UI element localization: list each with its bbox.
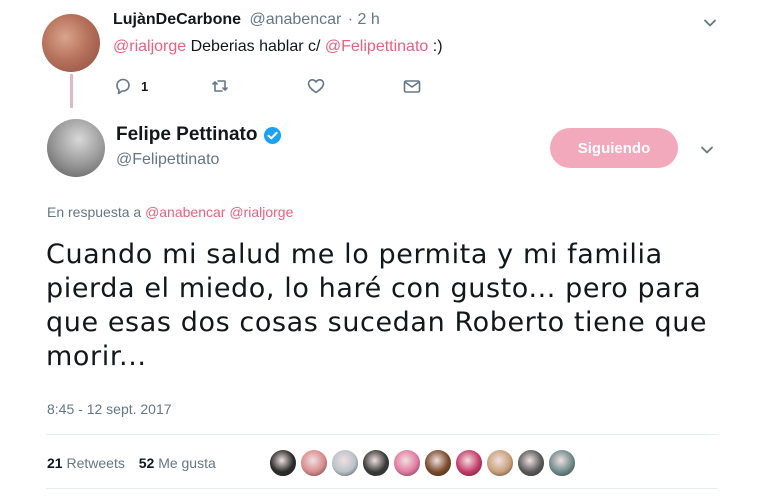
message-icon (402, 76, 422, 96)
mention-link[interactable]: @rialjorge (113, 38, 186, 55)
liker-avatar[interactable] (392, 448, 422, 478)
in-reply-to: En respuesta a @anabencar @rialjorge (47, 204, 293, 220)
likes-label: Me gusta (158, 455, 216, 471)
verified-icon (263, 126, 282, 145)
direct-message-button[interactable] (402, 74, 422, 98)
avatar[interactable] (47, 119, 105, 177)
divider (46, 488, 718, 489)
liker-avatar[interactable] (361, 448, 391, 478)
liker-avatar[interactable] (485, 448, 515, 478)
author-name[interactable]: Felipe Pettinato (116, 124, 257, 146)
retweets-stat[interactable]: 21 Retweets (47, 455, 125, 471)
mention-link[interactable]: @anabencar (145, 204, 225, 220)
author-handle[interactable]: @Felipettinato (116, 151, 219, 169)
retweets-count: 21 (47, 455, 63, 471)
reply-tweet: LujànDeCarbone @anabencar · 2 h @rialjor… (0, 0, 767, 112)
liker-avatar[interactable] (516, 448, 546, 478)
retweet-button[interactable] (210, 74, 230, 98)
chevron-down-icon[interactable] (703, 16, 717, 30)
chevron-down-icon[interactable] (700, 143, 714, 157)
following-button[interactable]: Siguiendo (550, 128, 678, 168)
reply-timestamp[interactable]: · 2 h (348, 11, 380, 28)
in-reply-prefix: En respuesta a (47, 204, 146, 220)
tweet-timestamp[interactable]: 8:45 - 12 sept. 2017 (47, 401, 172, 417)
retweets-label: Retweets (66, 455, 125, 471)
likes-count: 52 (138, 455, 155, 471)
author-name-row: Felipe Pettinato (116, 124, 282, 146)
tweet-text: Cuando mi salud me lo permita y mi famil… (46, 239, 708, 372)
reply-header: LujànDeCarbone @anabencar · 2 h (113, 11, 380, 29)
liker-avatar[interactable] (299, 448, 329, 478)
reply-author-handle[interactable]: @anabencar (249, 11, 341, 28)
divider (46, 434, 718, 435)
like-icon (306, 76, 326, 96)
reply-count: 1 (141, 78, 149, 94)
avatar[interactable] (42, 14, 100, 72)
reply-text-body: Deberias hablar c/ (186, 38, 325, 55)
reply-text-end: :) (428, 38, 443, 55)
reply-button[interactable]: 1 (113, 74, 148, 98)
mention-link[interactable]: @rialjorge (229, 204, 293, 220)
liker-avatar[interactable] (454, 448, 484, 478)
liker-avatar[interactable] (268, 448, 298, 478)
tweet-stats: 21 Retweets 52 Me gusta (47, 455, 216, 471)
liker-avatar[interactable] (423, 448, 453, 478)
like-button[interactable] (306, 74, 326, 98)
mention-link[interactable]: @Felipettinato (325, 38, 428, 55)
liker-avatar[interactable] (330, 448, 360, 478)
liker-avatar[interactable] (547, 448, 577, 478)
reply-icon (113, 76, 133, 96)
retweet-icon (210, 76, 230, 96)
reply-text: @rialjorge Deberias hablar c/ @Felipetti… (113, 38, 443, 56)
reply-author-name[interactable]: LujànDeCarbone (113, 11, 241, 28)
likes-stat[interactable]: 52 Me gusta (139, 455, 216, 471)
